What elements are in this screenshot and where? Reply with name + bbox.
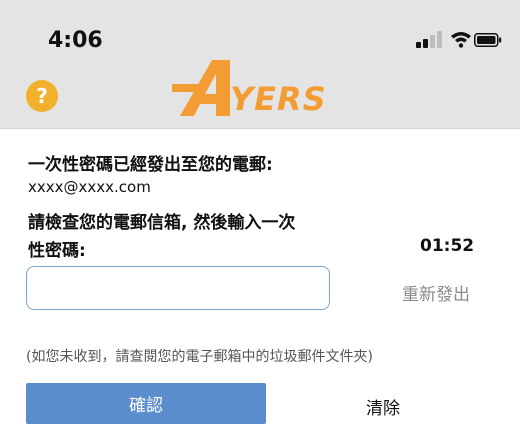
countdown-timer: 01:52 <box>420 236 475 256</box>
spam-folder-note: (如您未收到，請查閱您的電子郵箱中的垃圾郵件文件夾) <box>26 349 373 365</box>
battery-icon <box>474 33 502 47</box>
confirm-button[interactable]: 確認 <box>26 383 266 424</box>
clear-button[interactable]: 清除 <box>366 394 400 419</box>
confirm-label: 確認 <box>129 396 163 416</box>
status-time: 4:06 <box>48 28 103 53</box>
top-bar: 4:06 ? YERS <box>0 0 520 129</box>
status-icons <box>408 30 502 48</box>
ayers-logo: YERS <box>172 60 327 118</box>
help-glyph: ? <box>36 84 48 108</box>
resend-button[interactable]: 重新發出 <box>402 280 470 305</box>
instruction-line-1: 請檢查您的電郵信箱, 然後輸入一次 <box>28 213 296 233</box>
svg-text:YERS: YERS <box>230 80 327 118</box>
wifi-icon <box>451 32 471 48</box>
signal-icon <box>416 30 444 48</box>
email-address: xxxx@xxxx.com <box>28 178 151 196</box>
otp-sent-message: 一次性密碼已經發出至您的電郵: <box>28 155 273 175</box>
help-icon[interactable]: ? <box>26 80 58 112</box>
otp-input[interactable] <box>26 266 330 310</box>
instruction-line-2: 性密碼: <box>28 241 86 261</box>
